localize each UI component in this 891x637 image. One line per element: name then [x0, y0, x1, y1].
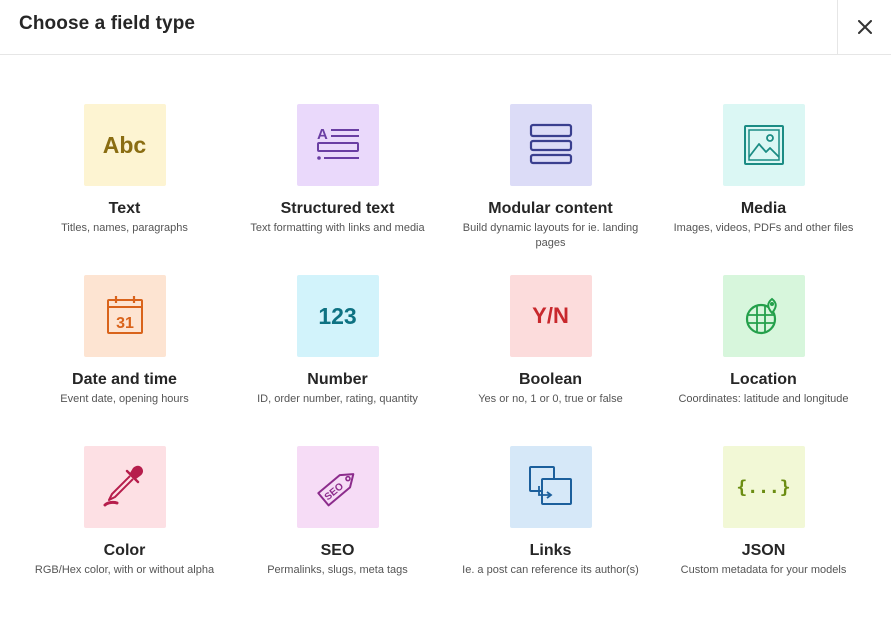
field-type-description: Images, videos, PDFs and other files [673, 222, 854, 234]
globe-pin-icon [745, 297, 777, 335]
field-type-tile [509, 446, 592, 528]
field-type-tile [722, 104, 805, 186]
field-type-number[interactable]: 123 Number ID, order number, rating, qua… [231, 275, 444, 446]
svg-text:A: A [317, 126, 328, 143]
field-type-title: Structured text [280, 200, 395, 217]
field-type-title: Links [529, 542, 572, 559]
field-type-title: Boolean [518, 371, 583, 388]
json-braces-icon: {...} [736, 476, 791, 498]
image-icon [743, 125, 784, 165]
field-type-title: Text [108, 200, 141, 217]
field-type-modular-content[interactable]: Modular content Build dynamic layouts fo… [444, 104, 657, 275]
field-type-structured-text[interactable]: A Structured text Text formatting with l… [231, 104, 444, 275]
field-type-description: Text formatting with links and media [250, 222, 425, 234]
field-type-text[interactable]: Abc Text Titles, names, paragraphs [18, 104, 231, 275]
field-type-grid: Abc Text Titles, names, paragraphs A Str… [18, 104, 870, 617]
field-type-tile [509, 104, 592, 186]
linked-windows-icon [528, 466, 572, 505]
field-type-tile: Abc [83, 104, 166, 186]
field-type-description: Custom metadata for your models [680, 564, 847, 576]
field-type-title: JSON [741, 542, 786, 559]
field-type-date-time[interactable]: 31 Date and time Event date, opening hou… [18, 275, 231, 446]
calendar-icon: 31 [106, 296, 143, 334]
modal-title: Choose a field type [19, 13, 196, 34]
choose-field-type-modal: Choose a field type Abc Text Titles, nam… [0, 0, 891, 637]
field-type-title: Location [730, 371, 797, 388]
field-type-color[interactable]: Color RGB/Hex color, with or without alp… [18, 446, 231, 617]
field-type-description: RGB/Hex color, with or without alpha [34, 564, 215, 576]
calendar-day-label: 31 [116, 315, 134, 332]
field-type-tile [83, 446, 166, 528]
field-type-description: Yes or no, 1 or 0, true or false [478, 393, 623, 405]
field-type-title: Number [307, 371, 368, 388]
field-type-tile: A [296, 104, 379, 186]
close-icon [857, 20, 872, 34]
field-type-seo[interactable]: SEO SEO Permalinks, slugs, meta tags [231, 446, 444, 617]
yes-no-icon: Y/N [532, 303, 569, 328]
field-type-title: Modular content [488, 200, 613, 217]
field-type-description: Ie. a post can reference its author(s) [462, 564, 639, 576]
field-type-tile: 123 [296, 275, 379, 357]
field-type-title: Color [103, 542, 146, 559]
field-type-boolean[interactable]: Y/N Boolean Yes or no, 1 or 0, true or f… [444, 275, 657, 446]
field-type-description: ID, order number, rating, quantity [257, 393, 418, 405]
structured-text-icon: A [316, 126, 359, 160]
close-button[interactable] [837, 0, 891, 54]
number-icon: 123 [318, 302, 357, 329]
field-type-media[interactable]: Media Images, videos, PDFs and other fil… [657, 104, 870, 275]
field-type-tile: {...} [722, 446, 805, 528]
field-type-tile: SEO [296, 446, 379, 528]
field-type-description: Permalinks, slugs, meta tags [267, 564, 408, 576]
field-type-description: Coordinates: latitude and longitude [678, 393, 849, 405]
seo-tag-icon: SEO [316, 473, 354, 507]
eyedropper-icon [103, 465, 143, 507]
field-type-description: Event date, opening hours [60, 393, 189, 405]
modular-blocks-icon [529, 123, 572, 165]
field-type-tile: Y/N [509, 275, 592, 357]
field-type-description: Titles, names, paragraphs [61, 222, 188, 234]
field-type-json[interactable]: {...} JSON Custom metadata for your mode… [657, 446, 870, 617]
field-type-title: Date and time [72, 371, 177, 388]
abc-text-icon: Abc [102, 131, 147, 158]
field-type-title: Media [740, 200, 787, 217]
field-type-links[interactable]: Links Ie. a post can reference its autho… [444, 446, 657, 617]
field-type-location[interactable]: Location Coordinates: latitude and longi… [657, 275, 870, 446]
field-type-description: Build dynamic layouts for ie. landing pa… [462, 222, 639, 249]
field-type-title: SEO [320, 542, 355, 559]
field-type-tile: 31 [83, 275, 166, 357]
modal-header: Choose a field type [0, 0, 891, 55]
field-type-tile [722, 275, 805, 357]
